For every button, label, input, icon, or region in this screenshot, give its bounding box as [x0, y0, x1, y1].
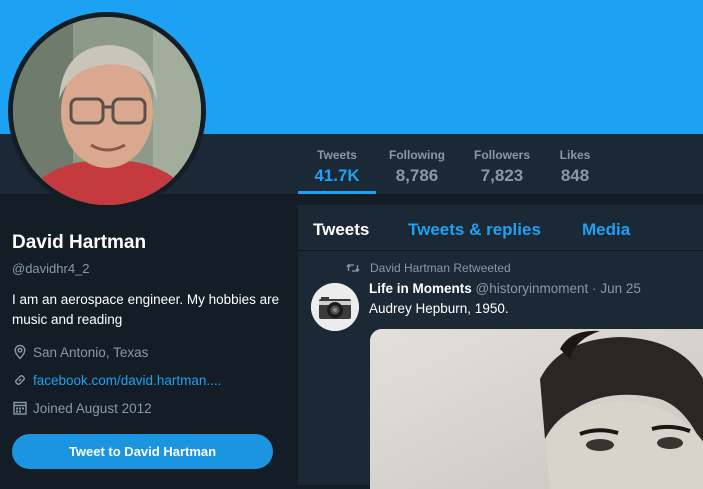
stat-tweets-value: 41.7K	[314, 166, 360, 185]
profile-name[interactable]: David Hartman	[12, 232, 146, 254]
photo-image	[370, 329, 703, 489]
stat-followers-label: Followers	[473, 148, 530, 162]
stat-following-value: 8,786	[395, 166, 439, 185]
tweet-separator: ·	[592, 281, 597, 296]
tweet-date[interactable]: Jun 25	[600, 281, 641, 296]
tweet-author-name[interactable]: Life in Moments	[369, 281, 472, 296]
location-icon	[14, 344, 26, 360]
tweet-to-button[interactable]: Tweet to David Hartman	[12, 434, 273, 469]
calendar-icon	[13, 401, 27, 415]
profile-joined: Joined August 2012	[12, 400, 152, 416]
tweet-header: Life in Moments @historyinmoment · Jun 2…	[369, 281, 641, 296]
profile-website[interactable]: facebook.com/david.hartman....	[12, 372, 221, 388]
tab-tweets[interactable]: Tweets	[313, 220, 369, 240]
tweet-author-handle[interactable]: @historyinmoment	[476, 281, 589, 296]
profile-location: San Antonio, Texas	[12, 344, 148, 360]
profile-joined-text: Joined August 2012	[33, 400, 152, 416]
stat-likes-label: Likes	[559, 148, 591, 162]
timeline-tabs: Tweets Tweets & replies Media	[298, 205, 703, 251]
profile-avatar[interactable]	[8, 12, 206, 210]
tweet-text: Audrey Hepburn, 1950.	[369, 301, 509, 316]
timeline-panel: Tweets Tweets & replies Media David Hart…	[298, 205, 703, 489]
camera-avatar-image	[311, 283, 359, 331]
profile-avatar-image	[13, 17, 201, 205]
tab-tweets-and-replies[interactable]: Tweets & replies	[408, 220, 541, 240]
link-icon	[15, 375, 25, 385]
stat-likes-value: 848	[560, 166, 590, 185]
tweet-media-photo[interactable]	[370, 329, 703, 489]
profile-website-link[interactable]: facebook.com/david.hartman....	[33, 373, 221, 388]
profile-handle[interactable]: @davidhr4_2	[12, 261, 90, 276]
retweet-icon	[346, 264, 360, 272]
stat-followers-value: 7,823	[480, 166, 524, 185]
profile-bio: I am an aerospace engineer. My hobbies a…	[12, 292, 280, 327]
profile-location-text: San Antonio, Texas	[33, 344, 149, 360]
stat-following[interactable]: Following 8,786	[376, 134, 458, 194]
tab-media[interactable]: Media	[582, 220, 630, 240]
stat-following-label: Following	[389, 148, 445, 162]
retweet-label: David Hartman Retweeted	[370, 261, 511, 275]
retweet-context[interactable]: David Hartman Retweeted	[346, 261, 511, 275]
stat-tweets[interactable]: Tweets 41.7K	[298, 134, 376, 194]
stat-followers[interactable]: Followers 7,823	[458, 134, 546, 194]
stat-tweets-label: Tweets	[317, 148, 357, 162]
tweet-author-avatar[interactable]	[311, 283, 359, 331]
profile-stats: Tweets 41.7K Following 8,786 Followers 7…	[298, 134, 604, 194]
stat-likes[interactable]: Likes 848	[546, 134, 604, 194]
